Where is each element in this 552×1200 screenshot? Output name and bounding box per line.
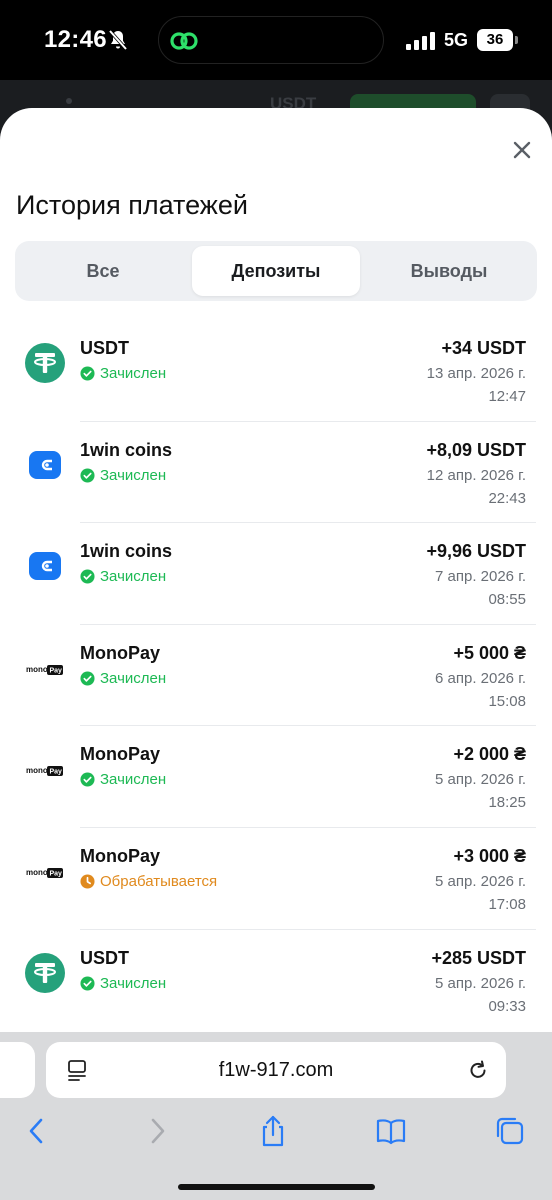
transaction-date: 5 апр. 2026 г. (435, 872, 526, 890)
close-icon[interactable] (510, 138, 534, 162)
transaction-status-text: Зачислен (100, 771, 167, 789)
address-bar[interactable]: f1w-917.com (46, 1042, 506, 1098)
network-type: 5G (444, 30, 469, 50)
battery-tip (515, 36, 518, 44)
svg-text:Pay: Pay (50, 667, 63, 674)
check-circle-icon (80, 976, 95, 991)
back-icon[interactable] (20, 1114, 54, 1148)
transaction-method: USDT (80, 947, 129, 968)
transaction-status-text: Зачислен (100, 974, 167, 992)
tab-withdrawals[interactable]: Выводы (365, 246, 533, 296)
wallet-icon (24, 545, 66, 587)
bg-dot (66, 98, 72, 104)
transaction-amount: +5 000 ₴ (453, 642, 526, 663)
url-text: f1w-917.com (218, 1059, 334, 1081)
transaction-amount: +285 USDT (431, 947, 526, 968)
transaction-date: 7 апр. 2026 г. (435, 568, 526, 586)
check-circle-icon (80, 671, 95, 686)
transaction-method: MonoPay (80, 845, 161, 866)
transaction-status: Зачислен (80, 568, 166, 585)
transaction-row[interactable]: USDT Зачислен +34 USDT 13 апр. 2026 г. 1… (0, 319, 552, 421)
transaction-amount: +2 000 ₴ (453, 744, 526, 765)
transaction-method: MonoPay (80, 642, 161, 663)
transaction-row[interactable]: 1win coins Зачислен +8,09 USDT 12 апр. 2… (0, 420, 552, 523)
share-icon[interactable] (256, 1114, 290, 1148)
check-circle-icon (80, 772, 95, 787)
svg-text:Pay: Pay (50, 769, 63, 776)
status-bar: 12:46 5G 36 (0, 0, 552, 80)
tab-all[interactable]: Все (19, 246, 187, 296)
transaction-status-text: Зачислен (100, 568, 167, 586)
transaction-amount: +9,96 USDT (426, 541, 526, 562)
previous-tab[interactable] (0, 1042, 35, 1098)
tether-icon (24, 342, 66, 384)
home-indicator (178, 1184, 375, 1190)
transaction-row[interactable]: mono Pay MonoPay Обрабатывается +3 000 ₴… (0, 826, 552, 929)
transaction-method: USDT (80, 338, 129, 358)
monopay-logo: mono Pay (24, 748, 66, 790)
wallet-icon (24, 444, 66, 486)
browser-nav (0, 1114, 552, 1154)
transaction-method: 1win coins (80, 541, 173, 562)
transaction-status: Зачислен (80, 467, 166, 484)
link-icon (170, 32, 198, 50)
tab-deposits[interactable]: Депозиты (192, 246, 360, 296)
transaction-time: 22:43 (488, 489, 526, 507)
page-title: История платежей (16, 190, 248, 220)
transaction-amount: +34 USDT (441, 338, 526, 358)
transaction-date: 5 апр. 2026 г. (435, 974, 526, 992)
transaction-row[interactable]: mono Pay MonoPay Зачислен +5 000 ₴ 6 апр… (0, 623, 552, 726)
transaction-row[interactable]: mono Pay MonoPay Зачислен +2 000 ₴ 5 апр… (0, 725, 552, 827)
transaction-date: 12 апр. 2026 г. (426, 466, 526, 484)
transaction-date: 5 апр. 2026 г. (435, 771, 526, 789)
payment-history-sheet: История платежей Все Депозиты Выводы USD… (0, 108, 552, 1038)
transaction-time: 12:47 (488, 388, 526, 405)
transaction-list: USDT Зачислен +34 USDT 13 апр. 2026 г. 1… (0, 319, 552, 1030)
tab-bar: Все Депозиты Выводы (15, 241, 537, 301)
tabs-icon[interactable] (493, 1114, 527, 1148)
tether-icon (24, 952, 66, 994)
transaction-status: Зачислен (80, 975, 166, 992)
svg-text:Pay: Pay (50, 870, 63, 877)
transaction-time: 09:33 (488, 997, 526, 1015)
transaction-amount: +8,09 USDT (426, 439, 526, 460)
clock-icon (80, 874, 95, 889)
transaction-amount: +3 000 ₴ (453, 845, 526, 866)
battery-indicator: 36 (477, 29, 513, 51)
bell-muted-icon (108, 29, 128, 51)
transaction-date: 13 апр. 2026 г. (426, 365, 526, 382)
transaction-status: Зачислен (80, 670, 166, 687)
transaction-row[interactable]: USDT Зачислен +285 USDT 5 апр. 2026 г. 0… (0, 928, 552, 1031)
signal-icon (406, 32, 435, 50)
transaction-status-text: Обрабатывается (100, 872, 218, 890)
reload-icon[interactable] (467, 1058, 489, 1082)
transaction-status-text: Зачислен (100, 365, 167, 382)
transaction-time: 17:08 (488, 895, 526, 913)
monopay-mono-text: mono (26, 868, 48, 877)
transaction-time: 18:25 (488, 794, 526, 812)
check-circle-icon (80, 468, 95, 483)
status-time: 12:46 (44, 26, 107, 53)
monopay-logo: mono Pay (24, 647, 66, 689)
check-circle-icon (80, 569, 95, 584)
monopay-mono-text: mono (26, 766, 48, 775)
transaction-status: Зачислен (80, 365, 166, 382)
transaction-status-text: Зачислен (100, 466, 167, 484)
monopay-mono-text: mono (26, 665, 48, 674)
transaction-date: 6 апр. 2026 г. (435, 669, 526, 687)
transaction-row[interactable]: 1win coins Зачислен +9,96 USDT 7 апр. 20… (0, 522, 552, 624)
bookmarks-icon[interactable] (374, 1114, 408, 1148)
transaction-status: Обрабатывается (80, 873, 217, 890)
transaction-status-text: Зачислен (100, 669, 167, 687)
transaction-status: Зачислен (80, 771, 166, 788)
transaction-time: 08:55 (488, 591, 526, 609)
monopay-logo: mono Pay (24, 850, 66, 892)
transaction-method: 1win coins (80, 439, 173, 460)
transaction-time: 15:08 (488, 692, 526, 710)
check-circle-icon (80, 366, 95, 381)
forward-icon[interactable] (140, 1114, 174, 1148)
transaction-method: MonoPay (80, 744, 161, 765)
browser-toolbar: f1w-917.com (0, 1032, 552, 1200)
